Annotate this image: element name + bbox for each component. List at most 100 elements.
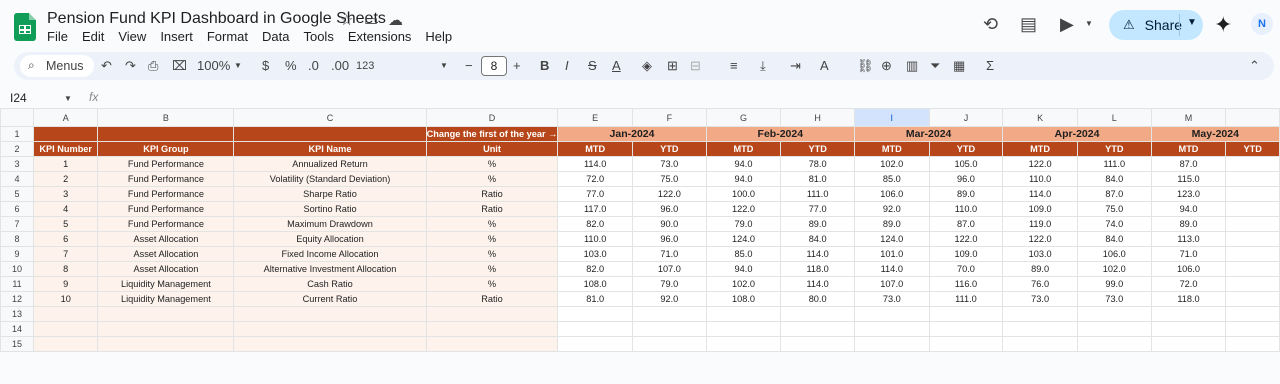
kpi-name-cell[interactable]: Volatility (Standard Deviation) xyxy=(233,171,427,187)
cell[interactable] xyxy=(1225,336,1280,352)
unit-cell[interactable]: Ratio xyxy=(425,291,559,307)
comments-icon[interactable]: ▤ xyxy=(1020,14,1037,35)
menus-search[interactable]: ⌕ Menus xyxy=(20,55,94,77)
cell[interactable] xyxy=(780,336,855,352)
column-title[interactable]: Unit xyxy=(425,141,559,157)
kpi-number-cell[interactable]: 6 xyxy=(32,231,99,247)
value-cell[interactable]: 108.0 xyxy=(705,291,782,307)
row-header[interactable]: 13 xyxy=(0,306,34,322)
value-cell[interactable]: 103.0 xyxy=(1002,246,1078,262)
value-cell[interactable]: 90.0 xyxy=(631,216,707,232)
decrease-decimal-button[interactable]: .0 xyxy=(308,58,319,73)
cell[interactable] xyxy=(233,336,427,352)
kpi-number-cell[interactable]: 8 xyxy=(32,261,99,277)
more-formats-button[interactable]: 123 xyxy=(356,60,374,72)
row-header[interactable]: 5 xyxy=(0,186,34,202)
value-cell[interactable]: 87.0 xyxy=(928,216,1004,232)
fill-color-icon[interactable]: ◈ xyxy=(642,58,652,74)
value-cell[interactable]: 110.0 xyxy=(557,231,633,247)
kpi-number-cell[interactable]: 2 xyxy=(32,171,99,187)
borders-icon[interactable]: ⊞ xyxy=(667,58,678,74)
value-cell[interactable]: 81.0 xyxy=(557,291,633,307)
ytd-header[interactable]: YTD xyxy=(780,141,855,157)
column-header[interactable]: F xyxy=(631,108,707,127)
value-cell[interactable]: 107.0 xyxy=(631,261,707,277)
cell[interactable] xyxy=(1225,261,1280,277)
value-cell[interactable]: 106.0 xyxy=(1076,246,1152,262)
value-cell[interactable]: 85.0 xyxy=(853,171,930,187)
cell[interactable] xyxy=(705,306,782,322)
value-cell[interactable]: 73.0 xyxy=(853,291,930,307)
kpi-name-cell[interactable]: Cash Ratio xyxy=(233,276,427,292)
kpi-group-cell[interactable]: Fund Performance xyxy=(97,171,235,187)
kpi-group-cell[interactable]: Asset Allocation xyxy=(97,261,235,277)
value-cell[interactable]: 89.0 xyxy=(1150,216,1227,232)
column-title[interactable]: KPI Group xyxy=(97,141,235,157)
text-wrapping-icon[interactable]: ⇥ xyxy=(790,58,801,74)
column-header[interactable]: G xyxy=(705,108,782,127)
value-cell[interactable]: 115.0 xyxy=(1150,171,1227,187)
value-cell[interactable]: 79.0 xyxy=(705,216,782,232)
cell[interactable] xyxy=(1225,156,1280,172)
month-header[interactable]: Mar-2024 xyxy=(853,126,1004,142)
column-header[interactable]: H xyxy=(780,108,855,127)
value-cell[interactable]: 84.0 xyxy=(780,231,855,247)
unit-cell[interactable]: Ratio xyxy=(425,186,559,202)
row-header[interactable]: 10 xyxy=(0,261,34,277)
cell[interactable] xyxy=(32,306,99,322)
row-header[interactable]: 3 xyxy=(0,156,34,172)
cell[interactable] xyxy=(705,321,782,337)
ytd-header[interactable]: YTD xyxy=(928,141,1004,157)
cell[interactable] xyxy=(32,321,99,337)
bold-icon[interactable]: B xyxy=(540,58,549,73)
kpi-name-cell[interactable]: Sharpe Ratio xyxy=(233,186,427,202)
column-header[interactable]: B xyxy=(97,108,235,127)
sheets-logo-icon[interactable] xyxy=(14,13,36,41)
value-cell[interactable]: 111.0 xyxy=(1076,156,1152,172)
kpi-number-cell[interactable]: 10 xyxy=(32,291,99,307)
kpi-group-cell[interactable]: Fund Performance xyxy=(97,201,235,217)
value-cell[interactable]: 96.0 xyxy=(631,201,707,217)
mtd-header[interactable]: MTD xyxy=(557,141,633,157)
undo-icon[interactable]: ↶ xyxy=(101,58,112,74)
ytd-header[interactable]: YTD xyxy=(1225,141,1280,157)
kpi-number-cell[interactable]: 9 xyxy=(32,276,99,292)
cell[interactable] xyxy=(557,336,633,352)
cell[interactable] xyxy=(1076,306,1152,322)
unit-cell[interactable]: Ratio xyxy=(425,201,559,217)
kpi-number-cell[interactable]: 1 xyxy=(32,156,99,172)
column-header[interactable]: K xyxy=(1002,108,1078,127)
font-dropdown-icon[interactable]: ▼ xyxy=(440,61,448,70)
value-cell[interactable]: 105.0 xyxy=(928,156,1004,172)
value-cell[interactable]: 122.0 xyxy=(928,231,1004,247)
row-header[interactable]: 6 xyxy=(0,201,34,217)
value-cell[interactable]: 94.0 xyxy=(1150,201,1227,217)
cell[interactable] xyxy=(1150,336,1227,352)
insert-comment-icon[interactable]: ⊕ xyxy=(881,58,892,74)
kpi-number-cell[interactable]: 3 xyxy=(32,186,99,202)
value-cell[interactable]: 107.0 xyxy=(853,276,930,292)
month-header[interactable]: Apr-2024 xyxy=(1002,126,1152,142)
value-cell[interactable]: 101.0 xyxy=(853,246,930,262)
increase-font-size-button[interactable]: + xyxy=(513,58,521,73)
value-cell[interactable]: 81.0 xyxy=(780,171,855,187)
collapse-menus-icon[interactable]: ⌃ xyxy=(1249,58,1260,74)
value-cell[interactable]: 122.0 xyxy=(631,186,707,202)
insert-link-icon[interactable]: ⛓ xyxy=(857,58,874,74)
value-cell[interactable]: 102.0 xyxy=(853,156,930,172)
cell[interactable] xyxy=(1150,306,1227,322)
row-header[interactable]: 8 xyxy=(0,231,34,247)
value-cell[interactable]: 87.0 xyxy=(1150,156,1227,172)
cell[interactable] xyxy=(631,321,707,337)
cell[interactable] xyxy=(32,126,99,142)
menu-help[interactable]: Help xyxy=(425,29,458,44)
unit-cell[interactable]: % xyxy=(425,276,559,292)
kpi-group-cell[interactable]: Liquidity Management xyxy=(97,291,235,307)
value-cell[interactable]: 122.0 xyxy=(1002,231,1078,247)
value-cell[interactable]: 111.0 xyxy=(928,291,1004,307)
kpi-name-cell[interactable]: Current Ratio xyxy=(233,291,427,307)
filter-views-icon[interactable]: ▦ xyxy=(953,58,965,74)
value-cell[interactable]: 116.0 xyxy=(928,276,1004,292)
redo-icon[interactable]: ↷ xyxy=(125,58,136,74)
cell[interactable] xyxy=(780,306,855,322)
